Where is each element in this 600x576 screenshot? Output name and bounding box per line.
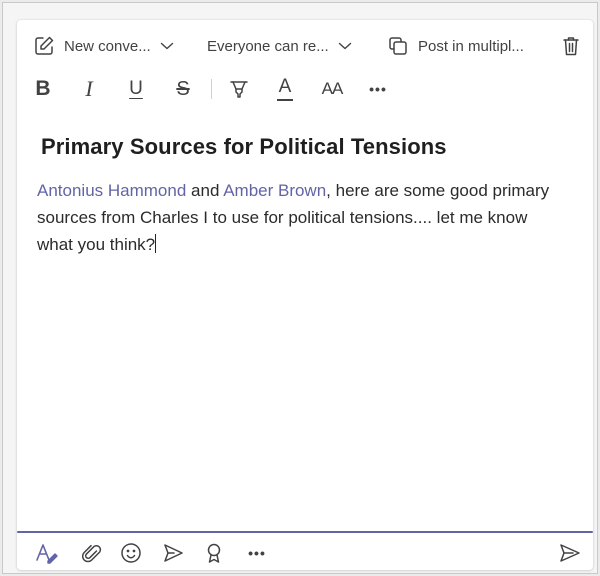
post-in-multiple-label: Post in multipl... <box>418 37 524 55</box>
italic-button[interactable]: I <box>74 74 104 104</box>
audience-dropdown[interactable]: Everyone can re... <box>207 33 352 59</box>
gif-icon <box>164 544 183 562</box>
mention-amber-brown[interactable]: Amber Brown <box>223 181 326 200</box>
bold-button[interactable]: B <box>28 74 58 104</box>
copy-icon <box>389 37 407 55</box>
new-conversation-dropdown[interactable]: New conve... <box>33 33 174 59</box>
praise-button[interactable] <box>199 539 229 567</box>
message-body[interactable]: Antonius Hammond and Amber Brown, here a… <box>37 177 562 258</box>
new-conversation-label: New conve... <box>64 37 151 55</box>
underline-label: U <box>129 78 143 99</box>
message-text-1: and <box>186 181 224 200</box>
text-caret <box>155 234 157 253</box>
post-in-multiple-button[interactable]: Post in multipl... <box>387 33 524 59</box>
audience-label: Everyone can re... <box>207 37 329 55</box>
highlighter-icon <box>230 81 248 98</box>
more-formatting-button[interactable]: ••• <box>363 74 393 104</box>
underline-button[interactable]: U <box>121 74 151 104</box>
more-options-button[interactable]: ••• <box>242 539 272 567</box>
emoji-button[interactable] <box>116 539 146 567</box>
window-frame: New conve... Everyone can re... Post in … <box>2 2 598 574</box>
paperclip-icon <box>82 544 102 563</box>
send-icon <box>560 544 580 562</box>
more-options-label: ••• <box>248 545 266 561</box>
more-formatting-label: ••• <box>369 81 387 97</box>
format-icon <box>36 544 58 564</box>
gif-button[interactable] <box>158 539 188 567</box>
edit-icon <box>35 36 54 55</box>
praise-badge-icon <box>207 543 221 563</box>
highlight-button[interactable] <box>224 74 254 104</box>
send-button[interactable] <box>555 539 585 567</box>
font-size-button[interactable]: AA <box>317 74 347 104</box>
font-color-bar <box>277 98 293 101</box>
mention-antonius-hammond[interactable]: Antonius Hammond <box>37 181 186 200</box>
compose-options-row: New conve... Everyone can re... Post in … <box>17 20 593 72</box>
bold-label: B <box>35 77 51 100</box>
subject-line[interactable]: Primary Sources for Political Tensions <box>41 134 561 160</box>
compose-focus-underline <box>17 531 593 533</box>
font-size-label: AA <box>321 79 344 98</box>
toolbar-divider <box>211 79 212 99</box>
font-color-button[interactable]: A <box>270 74 300 104</box>
delete-button[interactable] <box>561 33 581 59</box>
italic-label: I <box>85 76 93 101</box>
formatting-toolbar: B I U S A AA ••• <box>17 74 593 104</box>
compose-card: New conve... Everyone can re... Post in … <box>17 20 593 570</box>
emoji-icon <box>121 543 141 563</box>
trash-icon <box>563 37 579 56</box>
chevron-down-icon <box>160 42 173 50</box>
strikethrough-label: S <box>176 77 190 100</box>
strikethrough-button[interactable]: S <box>168 74 198 104</box>
font-color-label: A <box>278 75 292 97</box>
format-button[interactable] <box>32 539 62 567</box>
chevron-down-icon <box>338 42 351 50</box>
attach-button[interactable] <box>77 539 107 567</box>
